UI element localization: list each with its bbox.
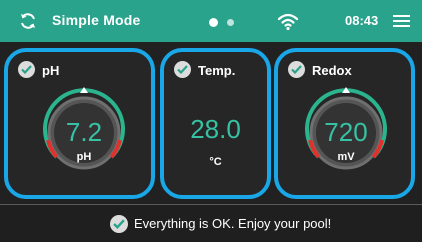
redox-value: 720 xyxy=(324,117,368,147)
check-circle-icon xyxy=(18,61,35,78)
page-dot-inactive[interactable] xyxy=(227,19,234,26)
check-circle-icon xyxy=(110,215,128,233)
hamburger-menu-icon[interactable] xyxy=(393,13,410,29)
wifi-icon[interactable] xyxy=(277,11,299,31)
ph-gauge: 7.2 pH xyxy=(36,85,132,181)
ph-value: 7.2 xyxy=(65,117,103,147)
ph-card[interactable]: pH 7.2 pH xyxy=(4,48,155,199)
pool-controller-screen: Simple Mode 08:43 pH 7.2 pH Temp. 28.0 °… xyxy=(0,0,422,242)
redox-gauge: 720 mV xyxy=(298,85,394,181)
temperature-title: Temp. xyxy=(198,63,236,78)
status-message: Everything is OK. Enjoy your pool! xyxy=(134,216,332,231)
check-circle-icon xyxy=(288,61,305,78)
page-dot-active[interactable] xyxy=(209,18,218,27)
ph-unit: pH xyxy=(76,151,92,163)
sync-arrows-icon[interactable] xyxy=(18,11,38,31)
ph-title: pH xyxy=(42,63,60,78)
mode-label[interactable]: Simple Mode xyxy=(52,12,141,28)
temperature-value: 28.0 xyxy=(190,114,241,144)
check-circle-icon xyxy=(174,61,191,78)
clock-time: 08:43 xyxy=(345,13,379,28)
redox-title: Redox xyxy=(312,63,352,78)
temperature-unit: °C xyxy=(209,156,222,168)
temperature-card[interactable]: Temp. 28.0 °C xyxy=(160,48,271,199)
redox-card[interactable]: Redox 720 mV xyxy=(274,48,415,199)
status-bar: Everything is OK. Enjoy your pool! xyxy=(0,204,422,242)
redox-unit: mV xyxy=(337,151,355,163)
top-bar: Simple Mode 08:43 xyxy=(0,0,422,42)
